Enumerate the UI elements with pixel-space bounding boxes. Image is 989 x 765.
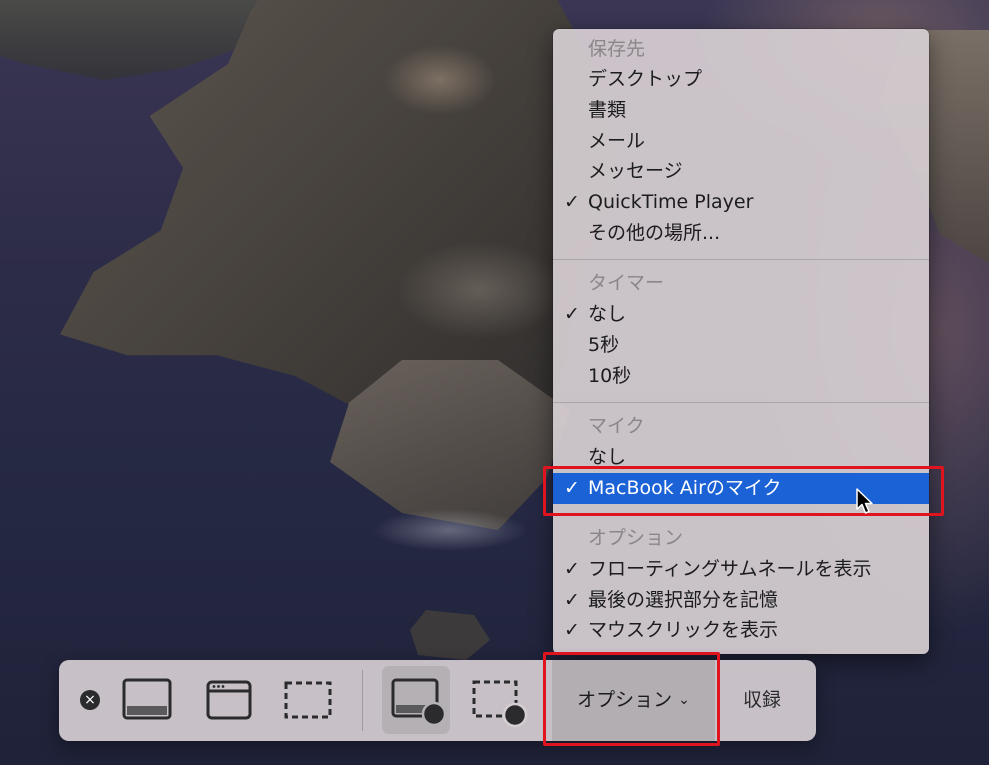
menu-item-label: 最後の選択部分を記憶	[588, 589, 779, 611]
menu-item-timer-10s[interactable]: 10秒	[553, 361, 929, 392]
menu-item-label: 書類	[588, 99, 627, 121]
menu-item-show-floating-thumbnail[interactable]: ✓ フローティングサムネールを表示	[553, 554, 929, 585]
options-menu: 保存先 デスクトップ 書類 メール メッセージ ✓ QuickTime Play…	[553, 29, 929, 654]
checkmark-icon: ✓	[564, 558, 580, 580]
checkmark-icon: ✓	[564, 477, 580, 499]
wallpaper-surf	[330, 490, 560, 580]
options-label: オプション	[577, 689, 673, 711]
menu-header-timer: タイマー	[553, 268, 929, 299]
menu-item-label: フローティングサムネールを表示	[588, 558, 872, 580]
menu-item-other-location[interactable]: その他の場所...	[553, 218, 929, 249]
wallpaper-rock	[410, 610, 490, 660]
menu-item-label: QuickTime Player	[588, 191, 754, 213]
menu-item-label: デスクトップ	[588, 68, 703, 90]
menu-item-label: 10秒	[588, 365, 632, 387]
capture-window-icon[interactable]	[206, 680, 252, 720]
close-button[interactable]: ×	[80, 690, 100, 710]
screenshot-toolbar: × オプション ⌄ 収録	[59, 660, 816, 741]
checkmark-icon: ✓	[564, 191, 580, 213]
menu-header-label: オプション	[588, 527, 684, 549]
toolbar-divider	[362, 670, 363, 731]
record-entire-screen-icon[interactable]	[391, 678, 447, 728]
checkmark-icon: ✓	[564, 303, 580, 325]
menu-item-show-mouse-clicks[interactable]: ✓ マウスクリックを表示	[553, 615, 929, 646]
menu-separator	[553, 259, 929, 260]
menu-item-timer-none[interactable]: ✓ なし	[553, 299, 929, 330]
mouse-pointer-icon	[856, 488, 873, 514]
menu-item-label: 5秒	[588, 334, 620, 356]
menu-header-label: 保存先	[588, 38, 646, 60]
menu-item-label: なし	[588, 446, 627, 468]
menu-item-mic-none[interactable]: なし	[553, 442, 929, 473]
menu-item-messages[interactable]: メッセージ	[553, 156, 929, 187]
menu-item-label: メール	[588, 130, 646, 152]
menu-item-label: マウスクリックを表示	[588, 619, 779, 641]
chevron-down-icon: ⌄	[678, 692, 690, 708]
wallpaper-rock	[0, 0, 260, 80]
capture-entire-screen-icon[interactable]	[122, 678, 172, 720]
menu-header-save-to: 保存先	[553, 34, 929, 65]
capture-selection-icon[interactable]	[284, 681, 332, 719]
menu-separator	[553, 402, 929, 403]
menu-item-documents[interactable]: 書類	[553, 95, 929, 126]
menu-item-label: メッセージ	[588, 160, 683, 182]
menu-item-quicktime-player[interactable]: ✓ QuickTime Player	[553, 187, 929, 218]
checkmark-icon: ✓	[564, 589, 580, 611]
record-selection-icon[interactable]	[472, 680, 528, 728]
menu-header-label: タイマー	[588, 272, 665, 294]
menu-item-desktop[interactable]: デスクトップ	[553, 64, 929, 95]
menu-item-label: MacBook Airのマイク	[588, 477, 782, 499]
menu-header-microphone: マイク	[553, 411, 929, 442]
menu-item-mail[interactable]: メール	[553, 126, 929, 157]
menu-item-label: その他の場所...	[588, 222, 721, 244]
menu-header-label: マイク	[588, 415, 645, 437]
record-button[interactable]: 収録	[717, 660, 807, 741]
options-button[interactable]: オプション ⌄	[552, 660, 715, 741]
checkmark-icon: ✓	[564, 619, 580, 641]
menu-item-label: なし	[588, 303, 627, 325]
menu-item-timer-5s[interactable]: 5秒	[553, 330, 929, 361]
menu-header-options: オプション	[553, 523, 929, 554]
menu-item-remember-last-selection[interactable]: ✓ 最後の選択部分を記憶	[553, 585, 929, 616]
